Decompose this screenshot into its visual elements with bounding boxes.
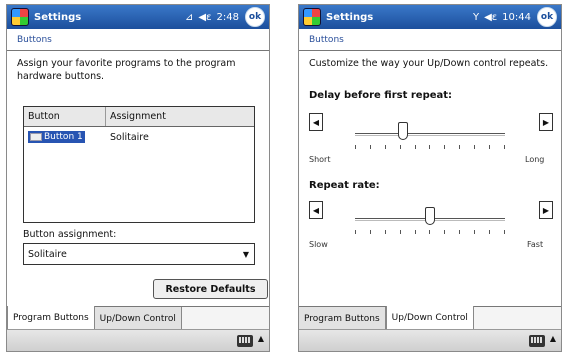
rate-min-label: Slow xyxy=(309,240,328,249)
chevron-left-icon: ◀ xyxy=(312,205,320,215)
chevron-right-icon: ▶ xyxy=(542,205,550,215)
dropdown-value: Solitaire xyxy=(28,248,67,260)
rate-slider-label: Repeat rate: xyxy=(309,180,380,191)
delay-decrease-button[interactable]: ◀ xyxy=(309,113,323,131)
status-area: ⊿ ◀ε 2:48 xyxy=(185,12,239,23)
menu-bar: ▲ xyxy=(299,329,561,351)
button-assignment-dropdown[interactable]: Solitaire ▼ xyxy=(23,243,255,265)
tab-up-down-control[interactable]: Up/Down Control xyxy=(94,307,182,330)
hardware-button-icon xyxy=(30,133,42,141)
table-header: Button Assignment xyxy=(24,107,254,127)
delay-increase-button[interactable]: ▶ xyxy=(539,113,553,131)
tick xyxy=(414,230,416,234)
up-arrow-icon[interactable]: ▲ xyxy=(550,334,556,343)
tick xyxy=(459,145,461,149)
delay-slider-thumb[interactable] xyxy=(398,122,408,140)
tick xyxy=(444,230,446,234)
ok-button[interactable]: ok xyxy=(245,7,265,27)
column-header-button[interactable]: Button xyxy=(24,107,106,126)
up-down-control-screen: Settings Y ◀ε 10:44 ok Buttons Customize… xyxy=(298,4,562,352)
volume-icon[interactable]: ◀ε xyxy=(198,12,211,23)
selected-item[interactable]: Button 1 xyxy=(28,131,85,143)
signal-icon[interactable]: ⊿ xyxy=(185,12,193,23)
tick xyxy=(399,145,401,149)
page-subtitle: Buttons xyxy=(7,29,269,51)
tick xyxy=(429,145,431,149)
tick xyxy=(369,145,371,149)
button-assignment-list[interactable]: Button Assignment Button 1 Solitaire xyxy=(23,106,255,223)
signal-icon[interactable]: Y xyxy=(473,12,479,23)
chevron-right-icon: ▶ xyxy=(542,117,550,127)
cell-assignment[interactable]: Solitaire xyxy=(106,129,254,145)
rate-increase-button[interactable]: ▶ xyxy=(539,201,553,219)
windows-flag-icon[interactable] xyxy=(11,8,29,26)
tab-bar: Program Buttons Up/Down Control xyxy=(299,306,561,330)
title-bar: Settings Y ◀ε 10:44 ok xyxy=(299,5,561,29)
page-subtitle: Buttons xyxy=(299,29,561,51)
tick xyxy=(474,145,476,149)
tab-program-buttons[interactable]: Program Buttons xyxy=(7,306,95,330)
description: Assign your favorite programs to the pro… xyxy=(17,58,236,82)
chevron-left-icon: ◀ xyxy=(312,117,320,127)
column-header-assignment[interactable]: Assignment xyxy=(106,107,254,126)
table-row[interactable]: Button 1 Solitaire xyxy=(24,129,254,145)
volume-icon[interactable]: ◀ε xyxy=(484,12,497,23)
tab-up-down-control[interactable]: Up/Down Control xyxy=(385,306,474,330)
tick xyxy=(399,230,401,234)
cell-button[interactable]: Button 1 xyxy=(24,129,106,145)
description: Customize the way your Up/Down control r… xyxy=(309,58,549,69)
tick xyxy=(459,230,461,234)
delay-slider-label: Delay before first repeat: xyxy=(309,90,453,101)
restore-defaults-button[interactable]: Restore Defaults xyxy=(153,279,268,299)
tick xyxy=(355,230,356,234)
keyboard-icon[interactable] xyxy=(237,335,253,347)
menu-bar: ▲ xyxy=(7,329,269,351)
rate-max-label: Fast xyxy=(527,240,544,249)
chevron-down-icon[interactable]: ▼ xyxy=(243,250,249,259)
tick xyxy=(474,230,476,234)
delay-slider-ticks xyxy=(355,145,505,149)
tick xyxy=(355,145,356,149)
tick xyxy=(384,145,386,149)
tab-bar: Program Buttons Up/Down Control xyxy=(7,306,269,330)
delay-min-label: Short xyxy=(309,155,331,164)
tab-program-buttons[interactable]: Program Buttons xyxy=(299,307,386,330)
tick xyxy=(414,145,416,149)
delay-max-label: Long xyxy=(525,155,545,164)
clock[interactable]: 2:48 xyxy=(217,12,239,23)
keyboard-icon[interactable] xyxy=(529,335,545,347)
button-name: Button 1 xyxy=(44,132,83,142)
tick xyxy=(384,230,386,234)
delay-slider-track[interactable] xyxy=(355,133,505,136)
tick xyxy=(444,145,446,149)
tick xyxy=(489,145,491,149)
button-assignment-label: Button assignment: xyxy=(23,229,117,240)
app-title: Settings xyxy=(326,11,374,23)
rate-decrease-button[interactable]: ◀ xyxy=(309,201,323,219)
rate-slider-ticks xyxy=(355,230,505,234)
tick xyxy=(503,230,505,234)
rate-slider-thumb[interactable] xyxy=(425,207,435,225)
app-title: Settings xyxy=(34,11,82,23)
tick xyxy=(429,230,431,234)
program-buttons-screen: Settings ⊿ ◀ε 2:48 ok Buttons Assign you… xyxy=(6,4,270,352)
ok-button[interactable]: ok xyxy=(537,7,557,27)
windows-flag-icon[interactable] xyxy=(303,8,321,26)
tick xyxy=(489,230,491,234)
title-bar: Settings ⊿ ◀ε 2:48 ok xyxy=(7,5,269,29)
tick xyxy=(503,145,505,149)
tick xyxy=(369,230,371,234)
clock[interactable]: 10:44 xyxy=(502,12,531,23)
status-area: Y ◀ε 10:44 xyxy=(473,12,531,23)
up-arrow-icon[interactable]: ▲ xyxy=(258,334,264,343)
